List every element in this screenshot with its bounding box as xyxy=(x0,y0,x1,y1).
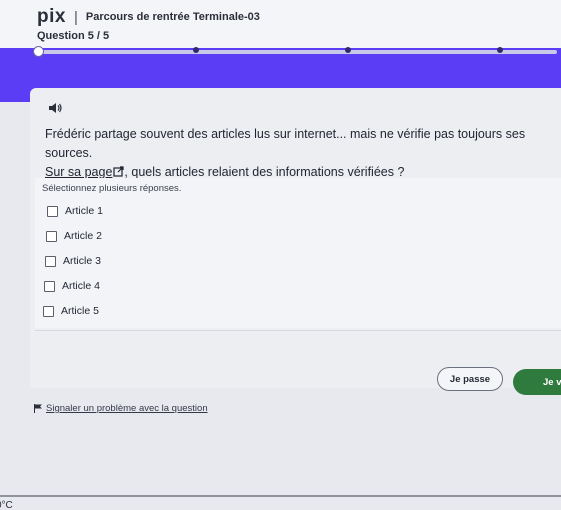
proposal-checkbox[interactable] xyxy=(47,205,58,217)
question-instruction: Frédéric partage souvent des articles lu… xyxy=(45,125,555,182)
footer-divider xyxy=(0,495,561,497)
proposal-checkbox[interactable] xyxy=(44,280,55,292)
proposal-checkbox[interactable] xyxy=(45,255,56,267)
flag-icon xyxy=(34,404,42,413)
brand-separator: | xyxy=(73,8,78,26)
brand: pix | Parcours de rentrée Terminale-03 xyxy=(37,6,260,28)
proposal-item[interactable]: Article 5 xyxy=(43,305,99,317)
progress-step-marker xyxy=(193,47,199,53)
proposal-item[interactable]: Article 4 xyxy=(44,280,100,292)
progress-step-marker xyxy=(345,47,351,53)
progress-current-marker xyxy=(33,46,44,57)
proposal-label: Article 4 xyxy=(62,280,100,292)
skip-button[interactable]: Je passe xyxy=(437,367,503,391)
validate-button[interactable]: Je v xyxy=(513,369,561,395)
proposal-checkbox[interactable] xyxy=(46,230,57,242)
instruction-text: Frédéric partage souvent des articles lu… xyxy=(45,127,526,160)
sound-icon[interactable] xyxy=(48,101,62,115)
progress-step-marker xyxy=(497,47,503,53)
source-page-link[interactable]: Sur sa page xyxy=(45,165,112,179)
weather-temperature: 0°C xyxy=(0,500,13,510)
report-problem-link[interactable]: Signaler un problème avec la question xyxy=(34,403,208,414)
select-hint: Sélectionnez plusieurs réponses. xyxy=(42,183,182,194)
proposal-label: Article 5 xyxy=(61,305,99,317)
instruction-text-end: , quels articles relaient des informatio… xyxy=(124,165,405,179)
proposal-item[interactable]: Article 1 xyxy=(47,205,103,217)
proposal-label: Article 3 xyxy=(63,255,101,267)
progress-bar xyxy=(33,46,557,57)
proposal-checkbox[interactable] xyxy=(43,305,54,317)
proposal-item[interactable]: Article 2 xyxy=(46,230,102,242)
report-problem-label: Signaler un problème avec la question xyxy=(46,403,208,414)
pix-question-page: pix | Parcours de rentrée Terminale-03 Q… xyxy=(0,0,561,510)
proposal-item[interactable]: Article 3 xyxy=(45,255,101,267)
answers-panel xyxy=(35,178,561,328)
proposal-label: Article 2 xyxy=(64,230,102,242)
external-link-icon[interactable] xyxy=(113,166,125,177)
proposal-label: Article 1 xyxy=(65,205,103,217)
question-counter: Question 5 / 5 xyxy=(37,30,110,42)
course-title: Parcours de rentrée Terminale-03 xyxy=(85,11,260,23)
pix-logo[interactable]: pix xyxy=(37,6,66,28)
section-divider xyxy=(35,330,561,331)
